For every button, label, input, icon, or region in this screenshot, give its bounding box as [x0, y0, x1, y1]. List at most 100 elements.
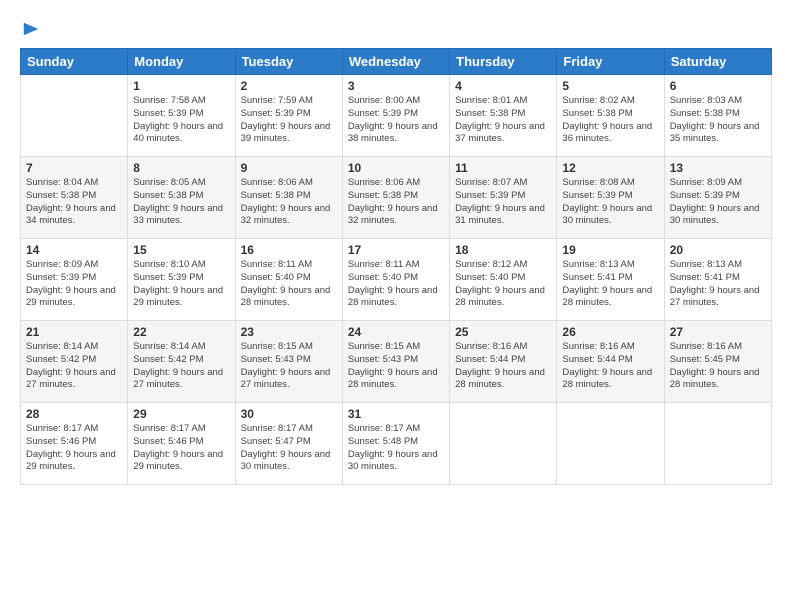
logo: [20, 20, 40, 38]
cell-day-number: 21: [26, 325, 122, 339]
calendar-cell: 20 Sunrise: 8:13 AMSunset: 5:41 PMDayligh…: [664, 239, 771, 321]
calendar-cell: 28Sunrise: 8:17 AMSunset: 5:46 PMDayligh…: [21, 403, 128, 485]
cell-day-number: 1: [133, 79, 229, 93]
cell-day-number: 20: [670, 243, 766, 257]
calendar-cell: 5 Sunrise: 8:02 AMSunset: 5:38 PMDaylight…: [557, 75, 664, 157]
cell-day-number: 10: [348, 161, 444, 175]
cell-info: Sunrise: 8:00 AMSunset: 5:39 PMDaylight:…: [348, 95, 444, 146]
cell-day-number: 17: [348, 243, 444, 257]
weekday-header-row: SundayMondayTuesdayWednesdayThursdayFrid…: [21, 49, 772, 75]
cell-day-number: 27: [670, 325, 766, 339]
cell-info: Sunrise: 8:11 AMSunset: 5:40 PMDaylight:…: [348, 259, 444, 310]
cell-info: Sunrise: 8:03 AMSunset: 5:38 PMDaylight:…: [670, 95, 766, 146]
cell-info: Sunrise: 8:16 AMSunset: 5:44 PMDaylight:…: [562, 341, 658, 392]
cell-day-number: 26: [562, 325, 658, 339]
cell-day-number: 16: [241, 243, 337, 257]
cell-day-number: 23: [241, 325, 337, 339]
cell-day-number: 8: [133, 161, 229, 175]
cell-info: Sunrise: 8:02 AMSunset: 5:38 PMDaylight:…: [562, 95, 658, 146]
calendar-cell: 9Sunrise: 8:06 AMSunset: 5:38 PMDaylight…: [235, 157, 342, 239]
header: [20, 16, 772, 38]
cell-info: Sunrise: 8:08 AMSunset: 5:39 PMDaylight:…: [562, 177, 658, 228]
cell-info: Sunrise: 8:12 AMSunset: 5:40 PMDaylight:…: [455, 259, 551, 310]
cell-day-number: 2: [241, 79, 337, 93]
cell-day-number: 30: [241, 407, 337, 421]
week-row-2: 14 Sunrise: 8:09 AMSunset: 5:39 PMDayligh…: [21, 239, 772, 321]
cell-info: Sunrise: 8:17 AMSunset: 5:46 PMDaylight:…: [26, 423, 122, 474]
calendar-cell: 24Sunrise: 8:15 AMSunset: 5:43 PMDayligh…: [342, 321, 449, 403]
cell-info: Sunrise: 8:14 AMSunset: 5:42 PMDaylight:…: [133, 341, 229, 392]
cell-info: Sunrise: 8:06 AMSunset: 5:38 PMDaylight:…: [348, 177, 444, 228]
cell-day-number: 19: [562, 243, 658, 257]
calendar-cell: 13 Sunrise: 8:09 AMSunset: 5:39 PMDayligh…: [664, 157, 771, 239]
calendar-cell: 15 Sunrise: 8:10 AMSunset: 5:39 PMDayligh…: [128, 239, 235, 321]
calendar-cell: 2 Sunrise: 7:59 AMSunset: 5:39 PMDaylight…: [235, 75, 342, 157]
weekday-header-thursday: Thursday: [450, 49, 557, 75]
calendar-cell: 19 Sunrise: 8:13 AMSunset: 5:41 PMDayligh…: [557, 239, 664, 321]
cell-info: Sunrise: 8:09 AMSunset: 5:39 PMDaylight:…: [26, 259, 122, 310]
calendar-cell: 18 Sunrise: 8:12 AMSunset: 5:40 PMDayligh…: [450, 239, 557, 321]
calendar-cell: 29Sunrise: 8:17 AMSunset: 5:46 PMDayligh…: [128, 403, 235, 485]
weekday-header-tuesday: Tuesday: [235, 49, 342, 75]
cell-day-number: 5: [562, 79, 658, 93]
cell-info: Sunrise: 8:13 AMSunset: 5:41 PMDaylight:…: [670, 259, 766, 310]
cell-day-number: 6: [670, 79, 766, 93]
cell-info: Sunrise: 8:16 AMSunset: 5:44 PMDaylight:…: [455, 341, 551, 392]
cell-info: Sunrise: 8:09 AMSunset: 5:39 PMDaylight:…: [670, 177, 766, 228]
cell-day-number: 3: [348, 79, 444, 93]
cell-info: Sunrise: 8:01 AMSunset: 5:38 PMDaylight:…: [455, 95, 551, 146]
calendar-cell: 10 Sunrise: 8:06 AMSunset: 5:38 PMDayligh…: [342, 157, 449, 239]
cell-day-number: 7: [26, 161, 122, 175]
calendar-cell: [450, 403, 557, 485]
calendar-cell: 7Sunrise: 8:04 AMSunset: 5:38 PMDaylight…: [21, 157, 128, 239]
calendar-cell: [557, 403, 664, 485]
cell-day-number: 11: [455, 161, 551, 175]
weekday-header-friday: Friday: [557, 49, 664, 75]
cell-info: Sunrise: 8:14 AMSunset: 5:42 PMDaylight:…: [26, 341, 122, 392]
week-row-4: 28Sunrise: 8:17 AMSunset: 5:46 PMDayligh…: [21, 403, 772, 485]
week-row-0: 1 Sunrise: 7:58 AMSunset: 5:39 PMDaylight…: [21, 75, 772, 157]
calendar-cell: 16 Sunrise: 8:11 AMSunset: 5:40 PMDayligh…: [235, 239, 342, 321]
cell-info: Sunrise: 8:06 AMSunset: 5:38 PMDaylight:…: [241, 177, 337, 228]
calendar-cell: 27 Sunrise: 8:16 AMSunset: 5:45 PMDayligh…: [664, 321, 771, 403]
cell-info: Sunrise: 8:15 AMSunset: 5:43 PMDaylight:…: [348, 341, 444, 392]
calendar-cell: 11 Sunrise: 8:07 AMSunset: 5:39 PMDayligh…: [450, 157, 557, 239]
calendar-cell: 23Sunrise: 8:15 AMSunset: 5:43 PMDayligh…: [235, 321, 342, 403]
cell-day-number: 14: [26, 243, 122, 257]
calendar-cell: 31Sunrise: 8:17 AMSunset: 5:48 PMDayligh…: [342, 403, 449, 485]
weekday-header-sunday: Sunday: [21, 49, 128, 75]
cell-day-number: 18: [455, 243, 551, 257]
cell-day-number: 29: [133, 407, 229, 421]
logo-text: [20, 20, 40, 38]
cell-day-number: 15: [133, 243, 229, 257]
calendar-cell: 4 Sunrise: 8:01 AMSunset: 5:38 PMDaylight…: [450, 75, 557, 157]
cell-info: Sunrise: 8:16 AMSunset: 5:45 PMDaylight:…: [670, 341, 766, 392]
cell-info: Sunrise: 8:17 AMSunset: 5:48 PMDaylight:…: [348, 423, 444, 474]
cell-day-number: 12: [562, 161, 658, 175]
cell-info: Sunrise: 8:17 AMSunset: 5:47 PMDaylight:…: [241, 423, 337, 474]
cell-info: Sunrise: 7:58 AMSunset: 5:39 PMDaylight:…: [133, 95, 229, 146]
calendar-cell: 21 Sunrise: 8:14 AMSunset: 5:42 PMDayligh…: [21, 321, 128, 403]
cell-info: Sunrise: 8:13 AMSunset: 5:41 PMDaylight:…: [562, 259, 658, 310]
calendar-cell: 26 Sunrise: 8:16 AMSunset: 5:44 PMDayligh…: [557, 321, 664, 403]
weekday-header-saturday: Saturday: [664, 49, 771, 75]
cell-info: Sunrise: 7:59 AMSunset: 5:39 PMDaylight:…: [241, 95, 337, 146]
calendar-cell: 8 Sunrise: 8:05 AMSunset: 5:38 PMDaylight…: [128, 157, 235, 239]
cell-info: Sunrise: 8:05 AMSunset: 5:38 PMDaylight:…: [133, 177, 229, 228]
cell-day-number: 4: [455, 79, 551, 93]
calendar-cell: 3 Sunrise: 8:00 AMSunset: 5:39 PMDaylight…: [342, 75, 449, 157]
weekday-header-monday: Monday: [128, 49, 235, 75]
page: SundayMondayTuesdayWednesdayThursdayFrid…: [0, 0, 792, 612]
cell-info: Sunrise: 8:07 AMSunset: 5:39 PMDaylight:…: [455, 177, 551, 228]
calendar-cell: 30 Sunrise: 8:17 AMSunset: 5:47 PMDayligh…: [235, 403, 342, 485]
cell-day-number: 25: [455, 325, 551, 339]
calendar-cell: 6 Sunrise: 8:03 AMSunset: 5:38 PMDaylight…: [664, 75, 771, 157]
cell-day-number: 13: [670, 161, 766, 175]
calendar: SundayMondayTuesdayWednesdayThursdayFrid…: [20, 48, 772, 485]
calendar-cell: 17 Sunrise: 8:11 AMSunset: 5:40 PMDayligh…: [342, 239, 449, 321]
cell-info: Sunrise: 8:10 AMSunset: 5:39 PMDaylight:…: [133, 259, 229, 310]
cell-info: Sunrise: 8:11 AMSunset: 5:40 PMDaylight:…: [241, 259, 337, 310]
cell-day-number: 22: [133, 325, 229, 339]
week-row-3: 21 Sunrise: 8:14 AMSunset: 5:42 PMDayligh…: [21, 321, 772, 403]
calendar-cell: 12 Sunrise: 8:08 AMSunset: 5:39 PMDayligh…: [557, 157, 664, 239]
